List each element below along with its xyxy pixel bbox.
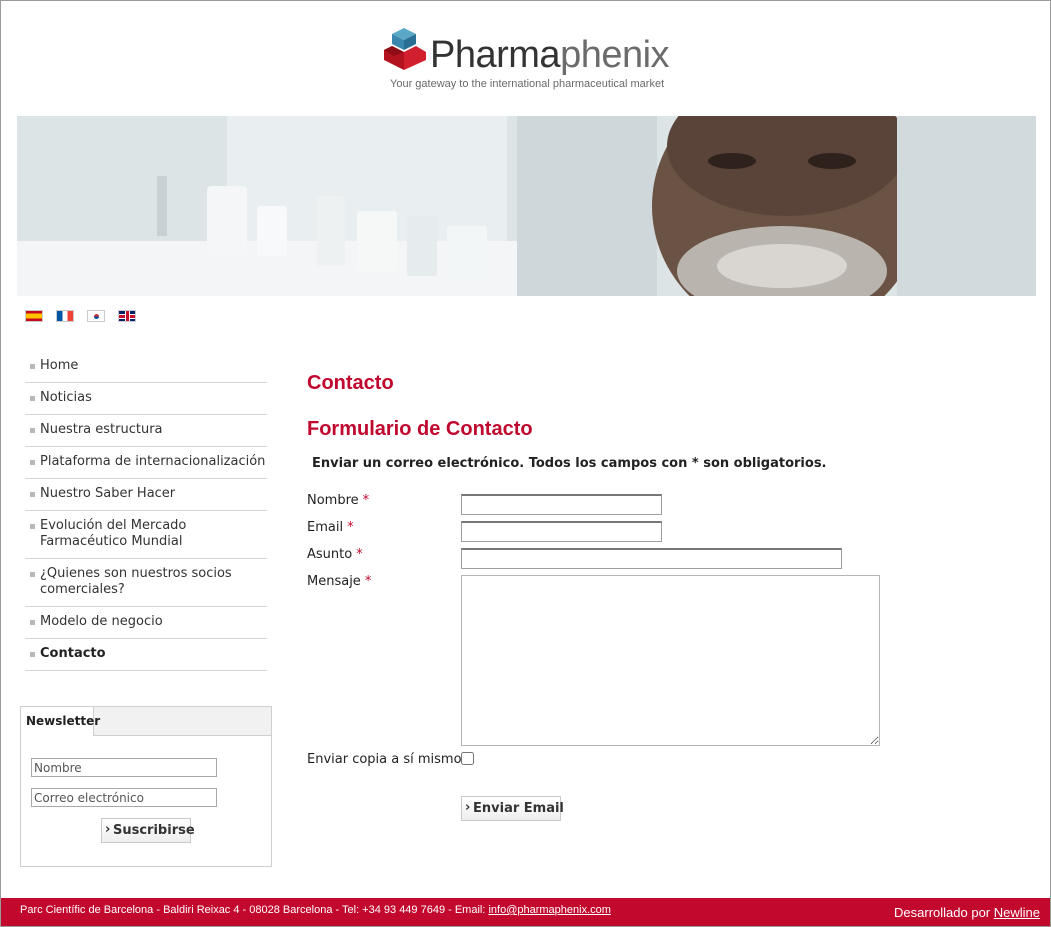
footer-email-link[interactable]: info@pharmaphenix.com: [488, 904, 610, 916]
hero-banner: [17, 116, 1036, 296]
asunto-label: Asunto *: [307, 547, 363, 562]
mensaje-textarea[interactable]: [461, 575, 880, 746]
sidebar-item-noticias[interactable]: Noticias: [25, 383, 267, 415]
language-selector: [25, 310, 136, 322]
page-title: Contacto: [307, 372, 394, 394]
kr-flag-icon[interactable]: [87, 310, 105, 322]
footer-credits: Desarrollado por Newline: [894, 905, 1040, 920]
email-field[interactable]: [461, 521, 662, 542]
logo-wordmark: Pharmaphenix: [430, 28, 670, 82]
send-email-button[interactable]: Enviar Email: [461, 796, 564, 821]
sidebar-item-evolucion[interactable]: Evolución del Mercado Farmacéutico Mundi…: [25, 511, 267, 559]
nombre-field[interactable]: [461, 494, 662, 515]
sidebar-item-saber-hacer[interactable]: Nuestro Saber Hacer: [25, 479, 267, 511]
footer: Parc Científic de Barcelona - Baldiri Re…: [1, 898, 1050, 926]
email-label: Email *: [307, 520, 354, 535]
sidebar-item-contacto[interactable]: Contacto: [25, 639, 267, 671]
logo-light: phenix: [560, 34, 670, 76]
subscribe-button[interactable]: Suscribirse: [101, 818, 195, 843]
asunto-field[interactable]: [461, 548, 842, 569]
nombre-label: Nombre *: [307, 493, 370, 508]
required-mark: *: [347, 520, 354, 535]
newsletter-panel: Newsletter Suscribirse: [20, 706, 272, 867]
sidebar-item-estructura[interactable]: Nuestra estructura: [25, 415, 267, 447]
newsletter-name-input[interactable]: [31, 758, 217, 777]
banner-illustration: [17, 116, 1036, 296]
logo-strong: Pharma: [430, 34, 561, 76]
mensaje-label: Mensaje *: [307, 574, 372, 589]
newsletter-tabbar: Newsletter: [21, 707, 271, 736]
logo-cube-icon: [384, 28, 426, 70]
copia-checkbox[interactable]: [461, 752, 474, 765]
sidebar-menu: Home Noticias Nuestra estructura Platafo…: [25, 351, 267, 671]
form-description: Enviar un correo electrónico. Todos los …: [312, 456, 827, 471]
required-mark: *: [356, 547, 363, 562]
newsletter-email-input[interactable]: [31, 788, 217, 807]
sidebar-item-socios[interactable]: ¿Quienes son nuestros socios comerciales…: [25, 559, 267, 607]
tab-newsletter[interactable]: Newsletter: [21, 707, 100, 736]
required-mark: *: [362, 493, 370, 508]
form-title: Formulario de Contacto: [307, 418, 533, 440]
sidebar-item-modelo[interactable]: Modelo de negocio: [25, 607, 267, 639]
sidebar-item-plataforma[interactable]: Plataforma de internacionalización: [25, 447, 267, 479]
footer-address: Parc Científic de Barcelona - Baldiri Re…: [20, 904, 611, 916]
site-logo[interactable]: Pharmaphenix Your gateway to the interna…: [382, 26, 672, 96]
fr-flag-icon[interactable]: [56, 310, 74, 322]
sidebar-item-home[interactable]: Home: [25, 351, 267, 383]
gb-flag-icon[interactable]: [118, 310, 136, 322]
required-mark: *: [364, 574, 372, 589]
es-flag-icon[interactable]: [25, 310, 43, 322]
developer-link[interactable]: Newline: [994, 905, 1040, 920]
copia-label: Enviar copia a sí mismo: [307, 752, 462, 767]
tagline: Your gateway to the international pharma…: [390, 78, 665, 90]
